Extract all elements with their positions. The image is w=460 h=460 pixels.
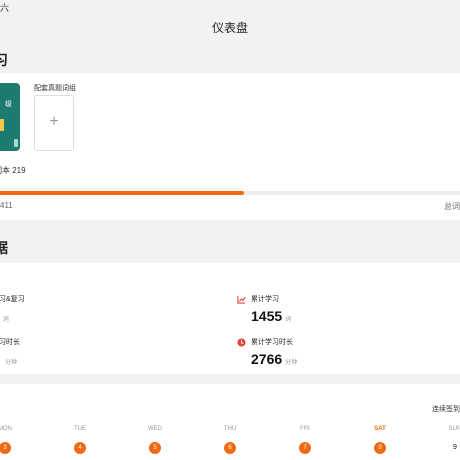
checked-day-circle: 3 bbox=[0, 442, 11, 454]
study-section-title: 习 bbox=[0, 52, 8, 68]
progress-bar bbox=[0, 191, 460, 195]
stat-total-learned: 累计学习 1455 词 bbox=[237, 294, 292, 324]
plus-icon: + bbox=[49, 113, 59, 130]
data-card: 学习&复习 8词 累计学习 1455词 学习时长 分钟 累计学习时长 bbox=[0, 263, 460, 374]
weekday-label: FRI bbox=[300, 426, 310, 432]
checked-day-circle: 9 bbox=[374, 442, 386, 454]
weekday-label: SUN bbox=[448, 426, 460, 432]
clock-icon bbox=[237, 337, 246, 347]
progress-total-label: 总词 bbox=[444, 202, 460, 211]
checkin-day[interactable]: TUE 4 bbox=[68, 426, 92, 454]
checkin-day[interactable]: WED 5 bbox=[143, 426, 167, 454]
streak-label: 连续签到 bbox=[432, 406, 460, 413]
weekday-label: WED bbox=[148, 426, 162, 432]
book-level-label: 级 bbox=[5, 101, 12, 108]
book-spine-icon bbox=[14, 139, 18, 147]
chart-line-icon bbox=[237, 295, 246, 304]
stat-label: 学习&复习 bbox=[0, 296, 25, 303]
status-bar: 六 bbox=[0, 0, 460, 14]
weekday-label: TUE bbox=[74, 426, 86, 432]
add-wordbook-button[interactable]: + bbox=[34, 95, 74, 151]
checkin-day[interactable]: SAT 9 bbox=[368, 426, 392, 454]
stat-unit: 词 bbox=[285, 317, 292, 323]
checked-day-circle: 7 bbox=[299, 442, 311, 454]
stat-value: 2766 bbox=[251, 351, 283, 367]
stat-label: 累计学习 bbox=[251, 296, 279, 303]
checkin-day[interactable]: FRI 7 bbox=[293, 426, 317, 454]
study-card: 级 配套真题词组 + 词本 219 411 总词 bbox=[0, 73, 460, 220]
stat-label: 累计学习时长 bbox=[251, 339, 293, 346]
stat-label: 学习时长 bbox=[0, 339, 20, 346]
checked-day-circle: 6 bbox=[224, 442, 236, 454]
nav-bar: 仪表盘 bbox=[0, 14, 460, 40]
checked-day-circle: 4 bbox=[74, 442, 86, 454]
page-title: 仪表盘 bbox=[211, 21, 248, 35]
progress-learned-count: 411 bbox=[0, 201, 13, 210]
wordbook-label: 配套真题词组 bbox=[34, 85, 76, 92]
stat-unit: 分钟 bbox=[5, 360, 18, 366]
status-day-text: 六 bbox=[0, 3, 10, 13]
progress-bar-fill bbox=[0, 191, 244, 195]
checkin-day[interactable]: MON 3 bbox=[0, 426, 17, 454]
stat-study-duration: 学习时长 分钟 bbox=[0, 337, 20, 366]
weekday-label: MON bbox=[0, 426, 12, 432]
data-section-title: 据 bbox=[0, 240, 8, 256]
stat-study-review: 学习&复习 8词 bbox=[0, 294, 25, 323]
book-count-text: 词本 219 bbox=[0, 166, 26, 175]
current-book-card[interactable]: 级 bbox=[0, 83, 20, 151]
checked-day-circle: 5 bbox=[149, 442, 161, 454]
stat-value: 1455 bbox=[251, 308, 283, 324]
checkin-day[interactable]: THU 6 bbox=[218, 426, 242, 454]
day-number: 9 bbox=[453, 444, 457, 451]
stat-unit: 词 bbox=[2, 317, 9, 323]
stat-unit: 分钟 bbox=[285, 360, 298, 366]
checkin-card: 连续签到 MON 3 TUE 4 WED 5 THU 6 FRI 7 SAT 9 SUN 9 bbox=[0, 384, 460, 460]
weekday-label: SAT bbox=[374, 426, 386, 432]
checkin-day[interactable]: SUN 9 bbox=[443, 426, 460, 454]
stat-total-duration: 累计学习时长 2766 分钟 bbox=[237, 337, 298, 367]
book-icon bbox=[0, 119, 4, 131]
weekday-label: THU bbox=[223, 426, 237, 432]
